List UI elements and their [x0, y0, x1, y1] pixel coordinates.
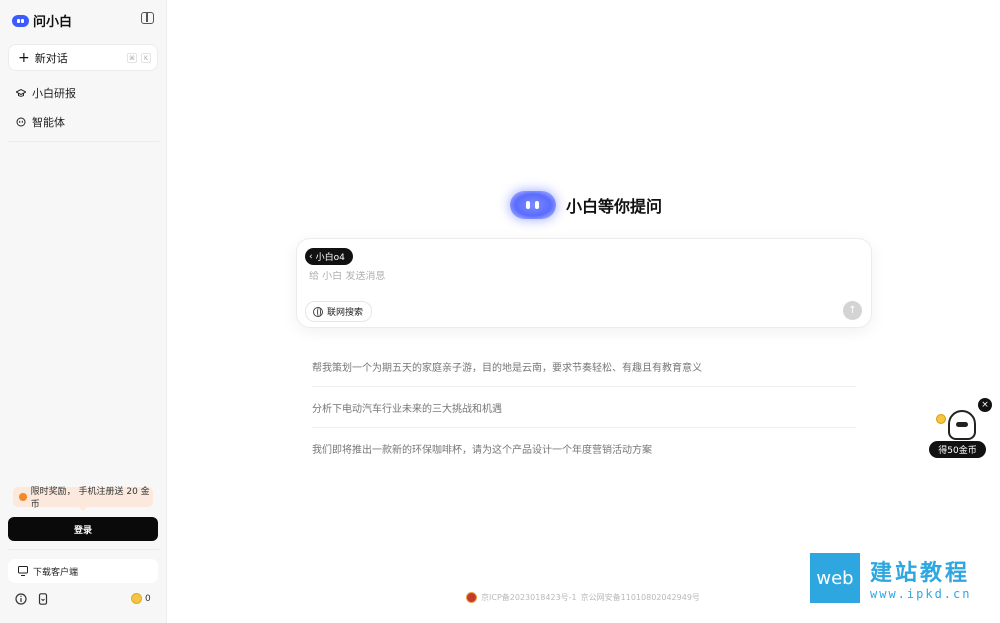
watermark-title: 建站教程: [870, 561, 971, 586]
web-search-toggle[interactable]: 联网搜索: [305, 301, 373, 322]
watermark-logo: web: [810, 553, 860, 603]
sidebar-item-agents[interactable]: 智能体: [16, 114, 65, 130]
coin-balance[interactable]: 0: [131, 593, 151, 604]
sidebar-item-label: 小白研报: [32, 87, 76, 100]
coin-icon: [936, 414, 946, 424]
suggestion-item[interactable]: 分析下电动汽车行业未来的三大挑战和机遇: [312, 387, 856, 428]
icp-link[interactable]: 京ICP备2023018423号-1: [481, 592, 577, 603]
reward-widget[interactable]: × 得50金币: [928, 398, 992, 460]
logo-icon: [12, 14, 29, 27]
sidebar-divider: [8, 549, 159, 550]
globe-icon: [313, 306, 323, 317]
hero-title: 小白等你提问: [566, 197, 663, 216]
new-chat-button[interactable]: + 新对话 ⌘ K: [8, 44, 158, 71]
new-chat-label: 新对话: [34, 51, 68, 65]
app-name: 问小白: [33, 15, 73, 30]
web-search-label: 联网搜索: [327, 308, 364, 318]
reward-label: 得50金币: [929, 441, 986, 458]
watermark-url: www.ipkd.cn: [870, 587, 972, 601]
download-client-button[interactable]: 下载客户端: [8, 559, 158, 583]
mascot-icon: [948, 410, 976, 440]
sidebar: 问小白 + 新对话 ⌘ K 小白研报 智能体 限时奖励， 手机注册送 20 金币…: [0, 0, 167, 623]
close-icon[interactable]: ×: [978, 398, 992, 412]
police-link[interactable]: 京公网安备11010802042949号: [581, 592, 700, 603]
shortcut-key-k: K: [141, 53, 151, 63]
sidebar-item-research[interactable]: 小白研报: [16, 85, 76, 101]
coin-icon: [131, 593, 142, 604]
hero: 小白等你提问: [510, 191, 662, 219]
composer: ‹ 小白o4 联网搜索 ↑: [296, 238, 872, 328]
promo-text: 限时奖励， 手机注册送 20 金币: [30, 487, 150, 510]
footer: 京ICP备2023018423号-1 京公网安备11010802042949号: [466, 592, 700, 603]
suggestion-list: 帮我策划一个为期五天的家庭亲子游，目的地是云南，要求节奏轻松、有趣且有教育意义 …: [312, 346, 856, 469]
message-input[interactable]: [309, 271, 809, 282]
police-emblem-icon: [466, 592, 477, 603]
download-label: 下载客户端: [33, 567, 79, 578]
model-label: 小白o4: [315, 253, 345, 263]
phone-icon[interactable]: [37, 593, 49, 605]
coin-icon: [19, 493, 27, 501]
suggestion-item[interactable]: 我们即将推出一款新的环保咖啡杯，请为这个产品设计一个年度营销活动方案: [312, 428, 856, 469]
plus-icon: +: [18, 49, 30, 66]
sidebar-item-label: 智能体: [32, 116, 65, 129]
login-button[interactable]: 登录: [8, 517, 158, 541]
shortcut-key-cmd: ⌘: [127, 53, 137, 63]
watermark: web 建站教程 www.ipkd.cn: [810, 553, 971, 603]
monitor-icon: [18, 566, 28, 576]
promo-banner: 限时奖励， 手机注册送 20 金币: [13, 487, 153, 511]
chevron-left-icon: ‹: [309, 251, 313, 262]
app-logo[interactable]: 问小白: [12, 11, 72, 30]
bot-icon: [16, 117, 26, 127]
model-selector[interactable]: ‹ 小白o4: [305, 248, 353, 265]
sidebar-toggle-icon[interactable]: [141, 12, 154, 24]
send-button[interactable]: ↑: [843, 301, 862, 320]
graduation-cap-icon: [16, 88, 26, 97]
coin-count: 0: [145, 593, 151, 604]
info-icon[interactable]: [15, 593, 27, 605]
assistant-orb-icon: [510, 191, 556, 219]
arrow-up-icon: ↑: [848, 305, 857, 316]
sidebar-divider: [8, 141, 159, 142]
watermark-text: 建站教程 www.ipkd.cn: [870, 555, 971, 601]
suggestion-item[interactable]: 帮我策划一个为期五天的家庭亲子游，目的地是云南，要求节奏轻松、有趣且有教育意义: [312, 346, 856, 387]
